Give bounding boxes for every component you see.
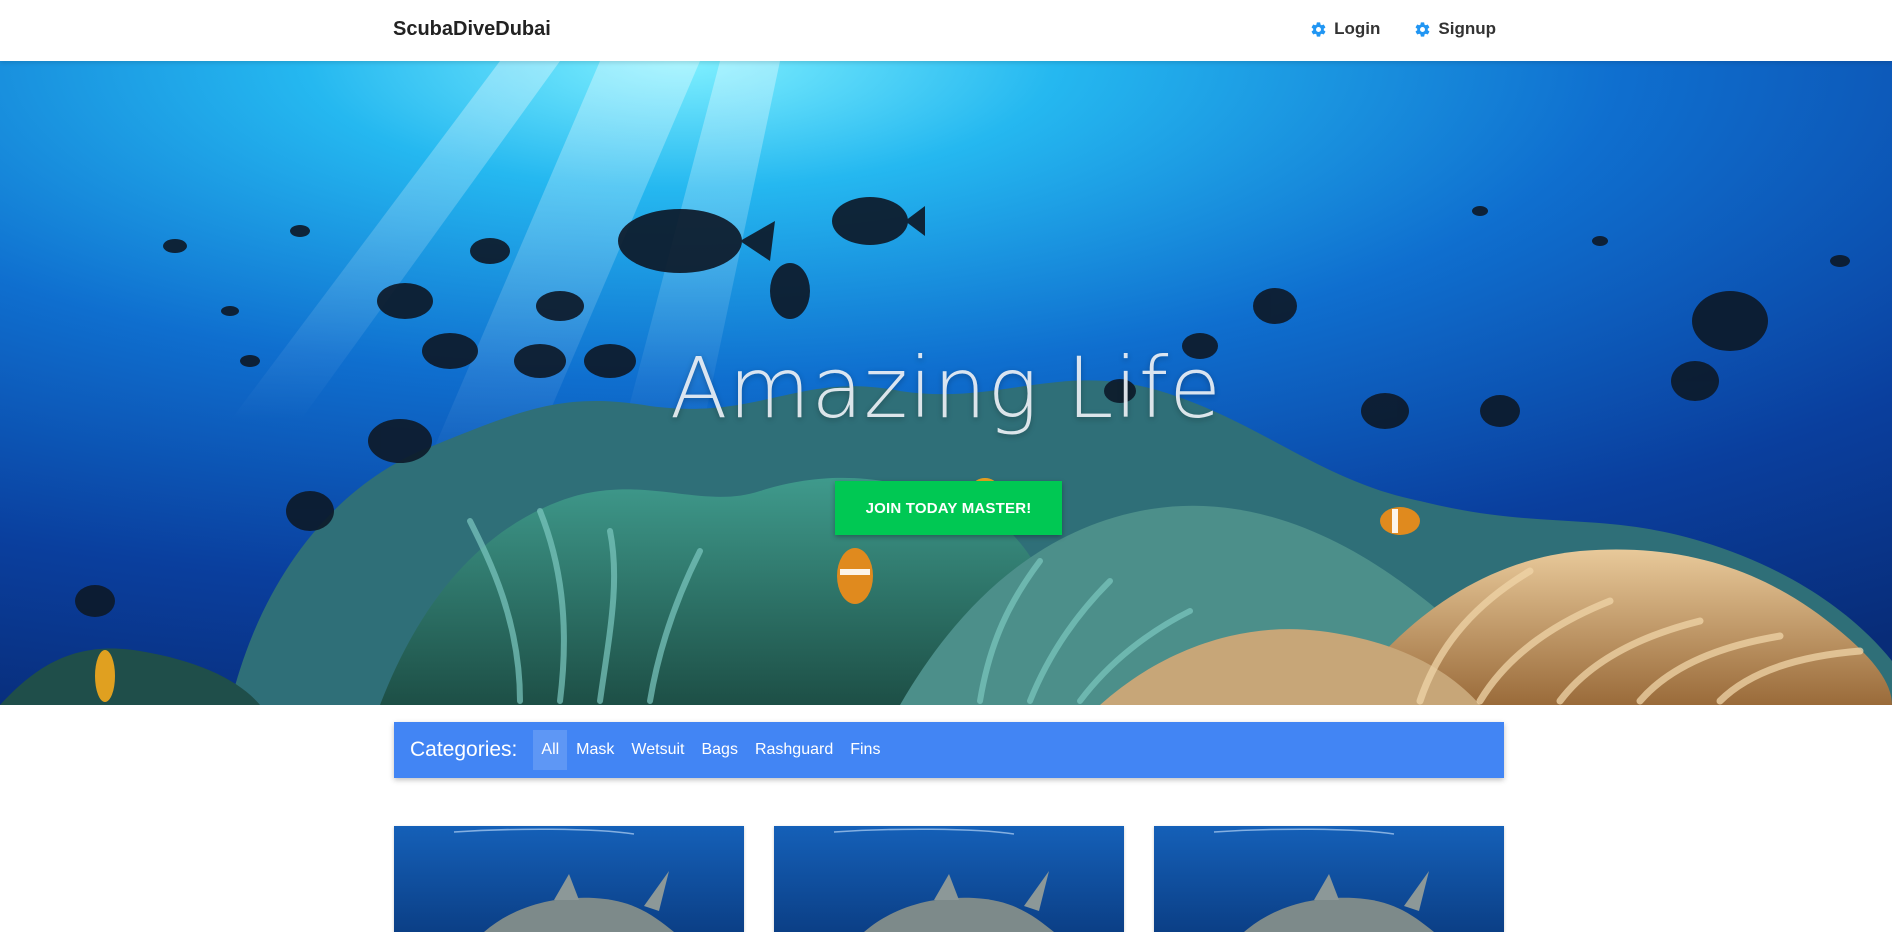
product-card[interactable] bbox=[774, 826, 1124, 932]
category-bar: Categories: All Mask Wetsuit Bags Rashgu… bbox=[394, 722, 1504, 778]
shark-underwater-image bbox=[1154, 826, 1504, 932]
category-rashguard[interactable]: Rashguard bbox=[747, 730, 841, 770]
category-wetsuit[interactable]: Wetsuit bbox=[623, 730, 692, 770]
hero-title: Amazing Life bbox=[670, 339, 1222, 437]
shark-underwater-image bbox=[774, 826, 1124, 932]
brand-logo[interactable]: ScubaDiveDubai bbox=[393, 18, 551, 41]
product-card[interactable] bbox=[394, 826, 744, 932]
category-all[interactable]: All bbox=[533, 730, 568, 770]
category-fins[interactable]: Fins bbox=[842, 730, 888, 770]
login-label: Login bbox=[1334, 19, 1381, 38]
join-today-button[interactable]: JOIN TODAY MASTER! bbox=[835, 481, 1062, 535]
gear-icon bbox=[1415, 21, 1430, 37]
signup-label: Signup bbox=[1438, 19, 1496, 38]
category-bags[interactable]: Bags bbox=[693, 730, 745, 770]
navbar: ScubaDiveDubai Login Signup bbox=[0, 0, 1892, 61]
signup-link[interactable]: Signup bbox=[1414, 19, 1496, 39]
category-mask[interactable]: Mask bbox=[568, 730, 622, 770]
shark-underwater-image bbox=[394, 826, 744, 932]
product-card[interactable] bbox=[1154, 826, 1504, 932]
login-link[interactable]: Login bbox=[1310, 19, 1380, 39]
hero-banner: Amazing Life JOIN TODAY MASTER! bbox=[0, 61, 1892, 705]
categories-label: Categories: bbox=[410, 738, 518, 761]
nav-links: Login Signup bbox=[1310, 19, 1496, 39]
gear-icon bbox=[1311, 21, 1326, 37]
